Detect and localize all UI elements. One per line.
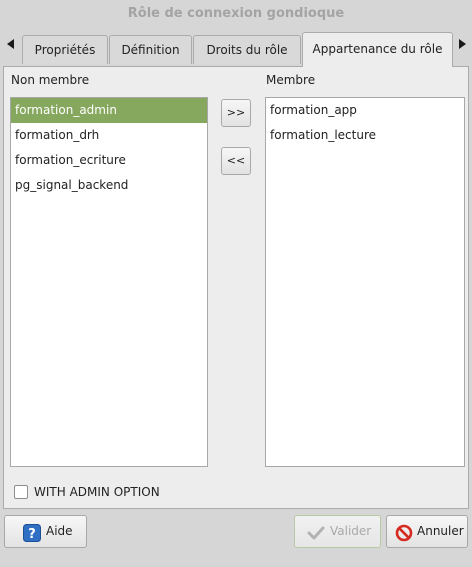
help-button-label: Aide: [46, 524, 73, 538]
cancel-button-label: Annuler: [417, 524, 464, 538]
tab-label: Appartenance du rôle: [312, 42, 443, 56]
member-label: Membre: [266, 73, 316, 87]
cancel-icon: [395, 523, 413, 542]
tab-definition[interactable]: Définition: [109, 35, 192, 64]
list-item[interactable]: formation_app: [266, 98, 464, 123]
chevron-left-icon: [7, 39, 14, 49]
list-item[interactable]: formation_lecture: [266, 123, 464, 148]
add-member-button[interactable]: >>: [221, 99, 251, 127]
window-title: Rôle de connexion gondioque: [0, 0, 472, 28]
tab-appartenance-du-role[interactable]: Appartenance du rôle: [302, 32, 453, 67]
admin-option-checkbox[interactable]: [14, 485, 28, 499]
list-item[interactable]: formation_ecriture: [11, 148, 207, 173]
member-list[interactable]: formation_app formation_lecture: [265, 97, 465, 467]
tab-droits-du-role[interactable]: Droits du rôle: [193, 35, 301, 64]
tab-label: Propriétés: [34, 43, 96, 57]
help-icon: ?: [23, 523, 41, 542]
non-member-label: Non membre: [11, 73, 90, 87]
tab-label: Droits du rôle: [206, 43, 288, 57]
checkmark-icon: [307, 523, 325, 541]
tab-scroll-left-arrow[interactable]: [3, 36, 19, 56]
cancel-button[interactable]: Annuler: [386, 515, 468, 548]
svg-text:?: ?: [28, 527, 36, 542]
admin-option-label: WITH ADMIN OPTION: [34, 485, 160, 499]
chevron-right-icon: [459, 39, 466, 49]
tab-proprietes[interactable]: Propriétés: [22, 35, 108, 64]
non-member-list[interactable]: formation_admin formation_drh formation_…: [10, 97, 208, 467]
help-button[interactable]: ? Aide: [4, 515, 87, 548]
remove-member-button[interactable]: <<: [221, 147, 251, 175]
ok-button-label: Valider: [330, 524, 372, 538]
tab-label: Définition: [121, 43, 180, 57]
list-item[interactable]: formation_admin: [11, 98, 207, 123]
tab-scroll-right-arrow[interactable]: [454, 36, 470, 56]
list-item[interactable]: pg_signal_backend: [11, 173, 207, 198]
tab-panel: Non membre Membre formation_admin format…: [3, 66, 469, 509]
list-item[interactable]: formation_drh: [11, 123, 207, 148]
ok-button[interactable]: Valider: [294, 515, 381, 548]
